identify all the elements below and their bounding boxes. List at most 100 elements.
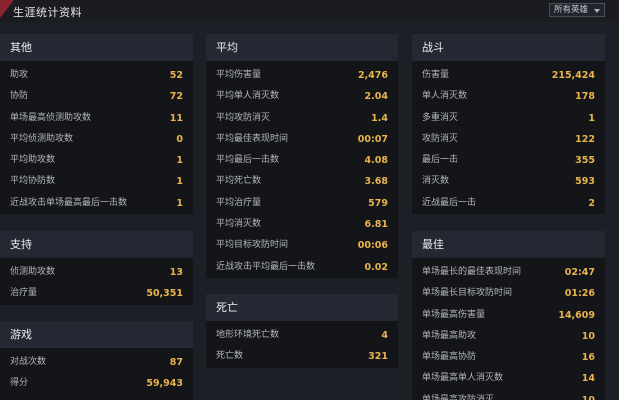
stat-value: 16	[581, 352, 595, 364]
stat-row: 平均死亡数 3.68	[206, 171, 398, 192]
stat-row: 单场最高伤害量 14,609	[412, 305, 605, 326]
stat-value: 52	[169, 70, 183, 81]
stat-row: 平均协防数 1	[0, 171, 193, 192]
stat-row: 单场最高助攻 10	[412, 326, 605, 347]
stat-label: 单场最高助攻	[422, 330, 477, 341]
stat-value: 00:06	[357, 240, 388, 252]
stat-label: 近战攻击单场最高最后一击数	[10, 197, 128, 208]
stat-list: 单场最长的最佳表现时间 02:47 单场最长目标攻防时间 01:26 单场最高伤害量 14…	[412, 258, 605, 400]
panel-best: 最佳 单场最长的最佳表现时间 02:47 单场最长目标攻防时间 01:26 单场最高伤害…	[412, 231, 605, 400]
stat-row: 消灭数 593	[412, 171, 605, 192]
stat-label: 平均协防数	[10, 176, 56, 187]
stat-row: 平均最后一击数 4.08	[206, 150, 398, 171]
stat-value: 0.02	[364, 261, 388, 273]
stat-row: 近战攻击单场最高最后一击数 1	[0, 193, 193, 214]
stat-value: 122	[575, 133, 595, 145]
stat-label: 地形环境死亡数	[216, 330, 280, 340]
stat-row: 平均伤害量 2,476	[206, 65, 398, 86]
stat-row: 地形环境死亡数 4	[206, 325, 398, 346]
stat-row: 近战最后一击 2	[412, 193, 605, 214]
hero-filter-dropdown[interactable]: 所有英雄	[549, 3, 605, 17]
stat-value: 01:26	[564, 288, 595, 300]
stat-row: 伤害量 215,424	[412, 65, 605, 86]
stat-label: 平均单人消灭数	[216, 91, 280, 102]
stat-value: 6.81	[364, 219, 388, 231]
stat-value: 2,476	[357, 70, 388, 81]
stat-value: 4.08	[364, 155, 388, 167]
stat-value: 3.68	[364, 176, 388, 188]
stat-label: 平均最后一击数	[216, 155, 280, 166]
stat-value: 87	[169, 357, 183, 368]
stat-label: 近战最后一击	[422, 197, 477, 208]
stat-row: 单场最高协防 16	[412, 347, 605, 368]
stat-value: 2.04	[364, 91, 388, 103]
stat-row: 单场最高攻防消灭 10	[412, 390, 605, 400]
stat-value: 2	[588, 197, 595, 209]
stat-row: 单场最高单人消灭数 14	[412, 368, 605, 389]
stat-value: 0	[176, 133, 183, 145]
stat-value: 59,943	[146, 378, 183, 390]
stat-value: 1.4	[371, 112, 388, 124]
stat-label: 单人消灭数	[422, 91, 468, 102]
panel-game: 游戏 对战次数 87 得分 59,943	[0, 321, 193, 400]
stat-row: 攻防消灭 122	[412, 129, 605, 150]
stat-label: 平均伤害量	[216, 70, 262, 80]
panel-title: 战斗	[412, 34, 605, 61]
stat-label: 多重消灭	[422, 112, 459, 123]
stat-label: 单场最长目标攻防时间	[422, 288, 513, 299]
stat-row: 近战攻击平均最后一击数 0.02	[206, 257, 398, 278]
stat-row: 侦测助攻数 13	[0, 262, 193, 283]
stat-label: 平均攻防消灭	[216, 112, 271, 123]
stat-label: 得分	[10, 378, 29, 389]
panel-title: 支持	[0, 231, 193, 258]
stat-list: 侦测助攻数 13 治疗量 50,351	[0, 258, 193, 305]
stat-row: 平均目标攻防时间 00:06	[206, 235, 398, 256]
stat-row: 协防 72	[0, 86, 193, 107]
stat-label: 攻防消灭	[422, 133, 459, 144]
stat-row: 平均治疗量 579	[206, 193, 398, 214]
panel-title: 最佳	[412, 231, 605, 258]
panel-other: 其他 助攻 52 协防 72 单场最高侦测助攻数 11 平均侦测助攻数 0 平均助攻数 1 平均协防…	[0, 34, 193, 215]
stat-value: 14,609	[558, 309, 595, 321]
panel-support: 支持 侦测助攻数 13 治疗量 50,351	[0, 231, 193, 305]
stat-label: 近战攻击平均最后一击数	[216, 261, 316, 272]
stat-row: 最后一击 355	[412, 150, 605, 171]
stat-value: 10	[582, 390, 595, 400]
stat-value: 02:47	[564, 267, 595, 278]
stat-label: 协防	[10, 91, 29, 102]
stat-row: 多重消灭 1	[412, 108, 605, 129]
stat-label: 平均助攻数	[10, 155, 56, 166]
stat-row: 死亡数 321	[206, 346, 398, 367]
stat-label: 死亡数	[216, 351, 244, 362]
stat-row: 单人消灭数 178	[412, 86, 605, 107]
stat-label: 侦测助攻数	[10, 267, 56, 277]
stat-row: 平均消灭数 6.81	[206, 214, 398, 235]
stat-row: 平均侦测助攻数 0	[0, 129, 193, 150]
stat-label: 助攻	[10, 70, 29, 80]
stat-label: 单场最高攻防消灭	[422, 394, 495, 400]
stat-label: 平均目标攻防时间	[216, 240, 289, 251]
stat-value: 178	[575, 91, 595, 103]
stat-list: 地形环境死亡数 4 死亡数 321	[206, 321, 398, 368]
stat-value: 579	[368, 197, 388, 209]
top-bar: 生涯统计资料 所有英雄	[0, 0, 619, 22]
accent-corner	[0, 0, 14, 18]
stat-row: 单场最长目标攻防时间 01:26	[412, 283, 605, 304]
stat-value: 593	[575, 176, 595, 188]
stat-row: 平均助攻数 1	[0, 150, 193, 171]
stat-value: 4	[381, 330, 388, 341]
stat-row: 平均攻防消灭 1.4	[206, 108, 398, 129]
stat-row: 治疗量 50,351	[0, 283, 193, 304]
stat-value: 1	[176, 176, 183, 188]
page-title: 生涯统计资料	[13, 6, 82, 19]
panel-death: 死亡 地形环境死亡数 4 死亡数 321	[206, 294, 398, 368]
stat-label: 平均消灭数	[216, 219, 262, 230]
stat-label: 对战次数	[10, 357, 47, 367]
chevron-down-icon	[594, 9, 600, 13]
stat-row: 得分 59,943	[0, 373, 193, 394]
stat-value: 13	[169, 267, 183, 278]
stat-row: 助攻 52	[0, 65, 193, 86]
stat-value: 50,351	[146, 288, 183, 300]
stat-row: 对战次数 87	[0, 352, 193, 373]
panel-title: 平均	[206, 34, 398, 61]
